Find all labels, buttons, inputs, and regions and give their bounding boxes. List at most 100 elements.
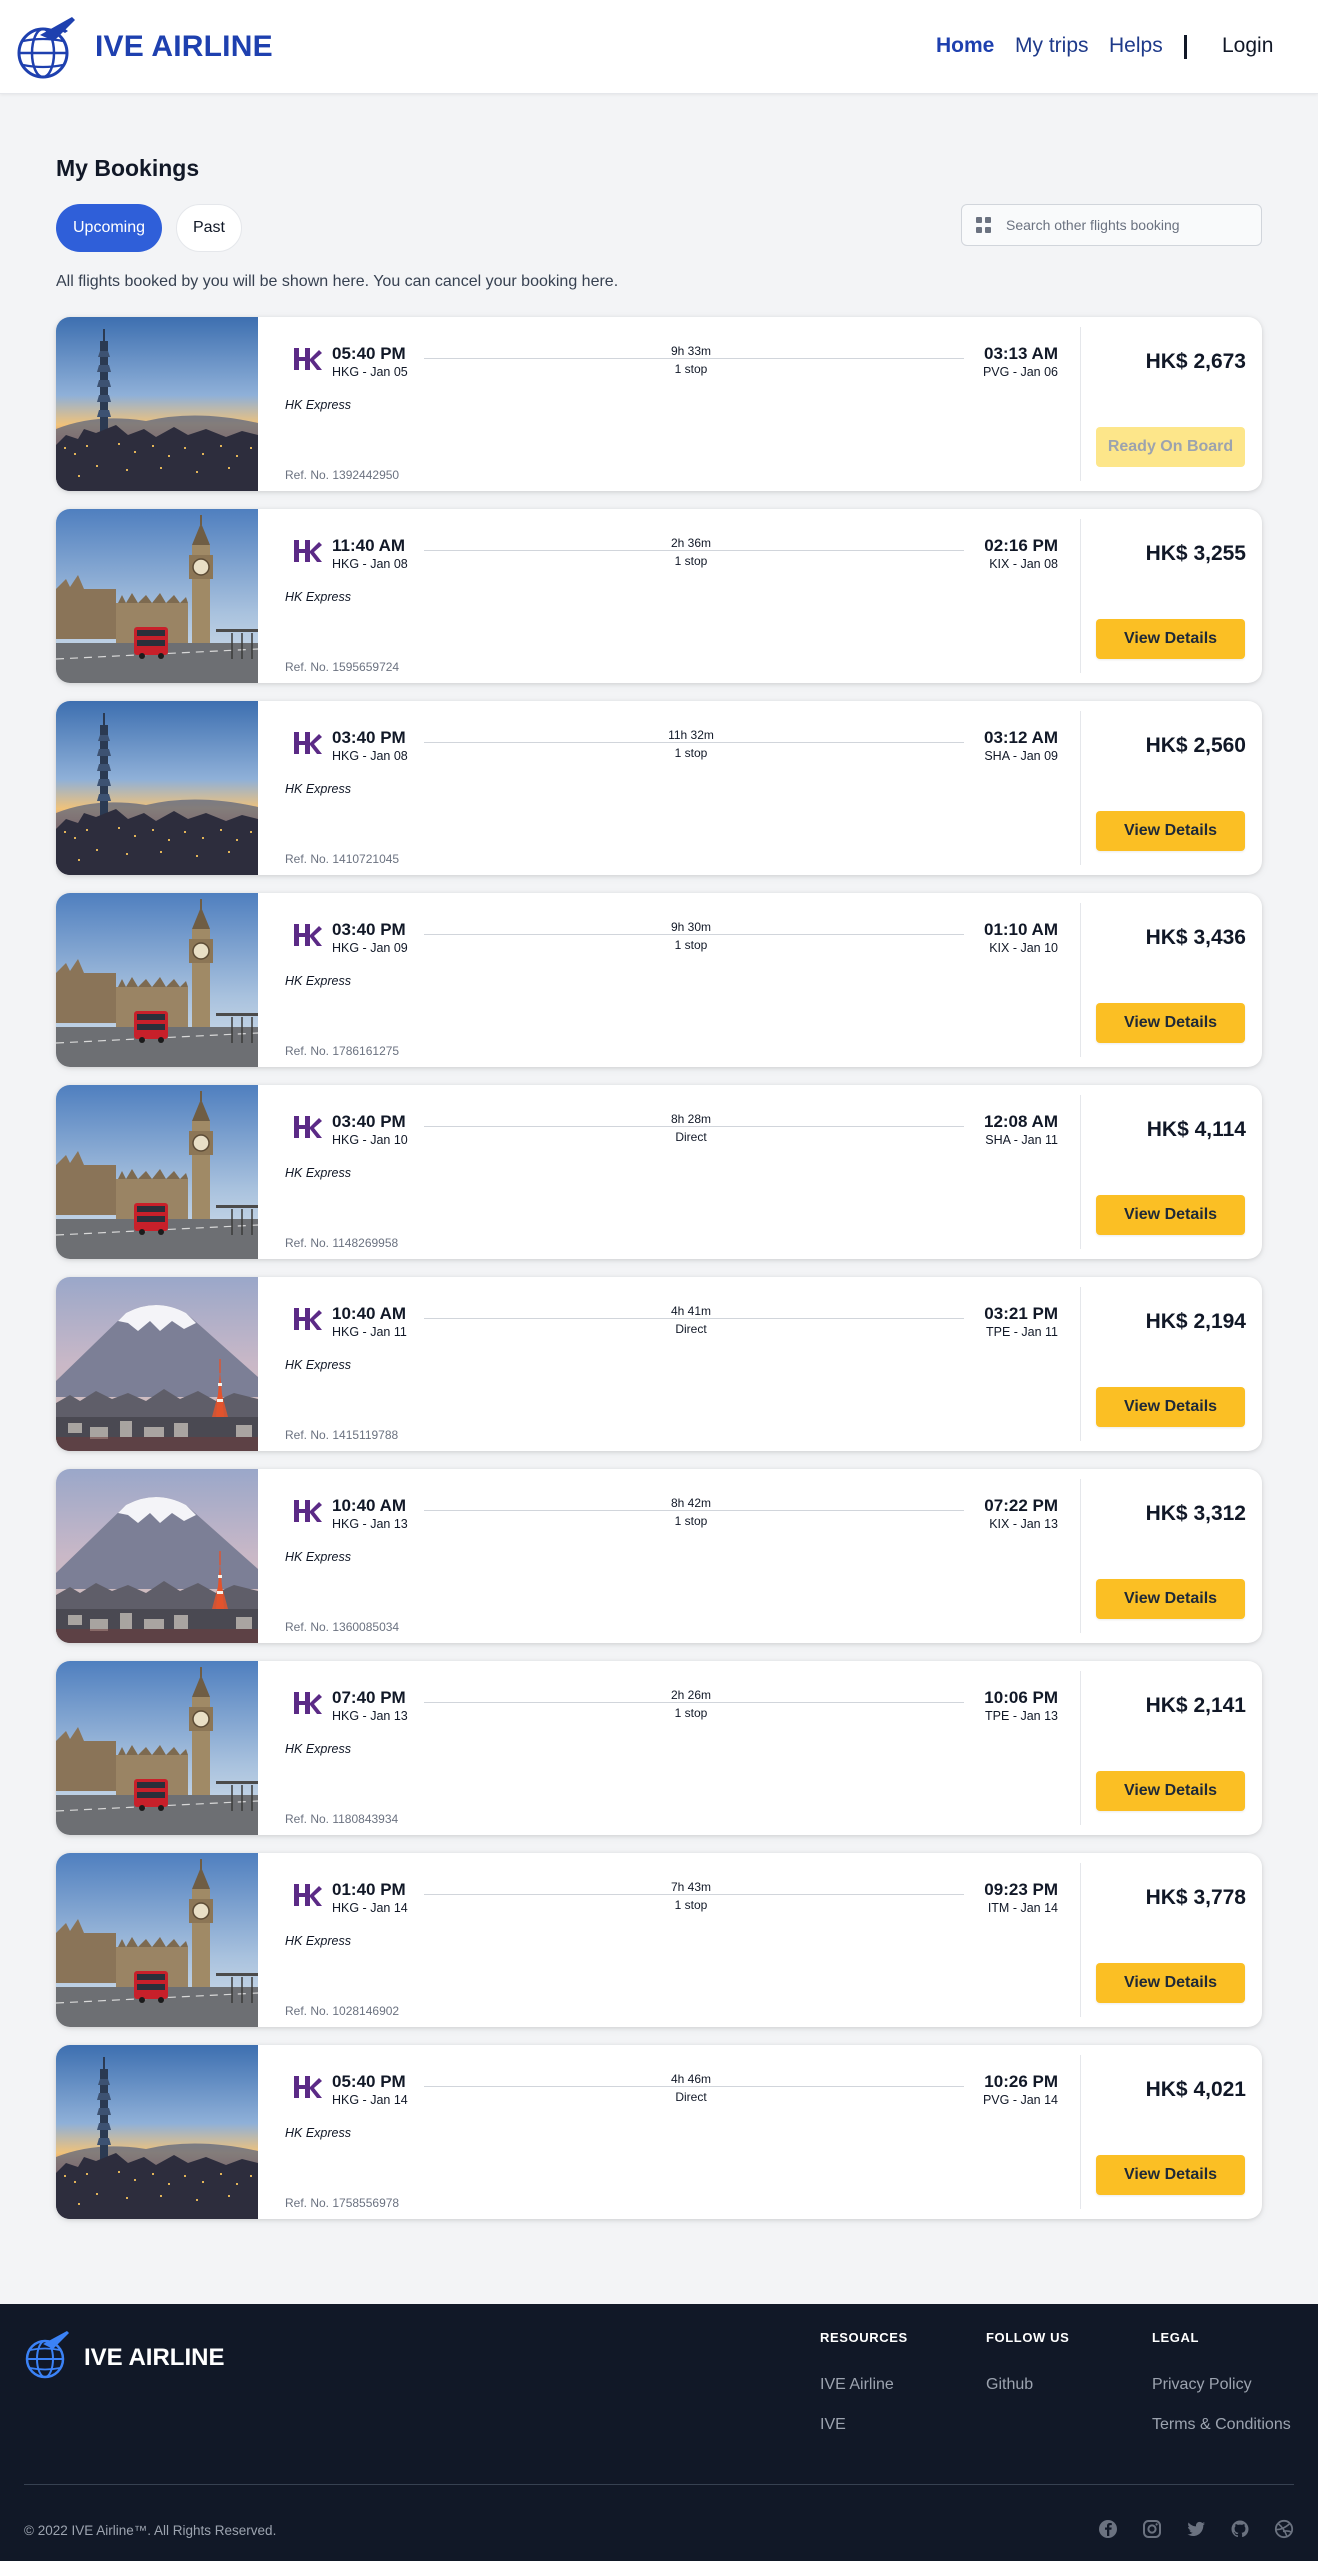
- nav-login-link[interactable]: Login: [1222, 34, 1273, 58]
- dribbble-icon[interactable]: [1273, 2518, 1295, 2540]
- flight-stops: 1 stop: [674, 938, 708, 952]
- departure-time: 10:40 AM: [332, 1496, 407, 1515]
- instagram-icon[interactable]: [1141, 2518, 1163, 2540]
- destination-image: [56, 2045, 258, 2219]
- nav-helps-link[interactable]: Helps: [1109, 34, 1163, 58]
- booking-card: 10:40 AM HKG - Jan 13 8h 42m 1 stop 07:2…: [56, 1469, 1262, 1643]
- nav-my-trips-link[interactable]: My trips: [1015, 34, 1089, 58]
- destination-image: [56, 1661, 258, 1835]
- hk-express-logo-icon: [294, 1308, 322, 1330]
- tab-past[interactable]: Past: [176, 204, 242, 252]
- price: HK$ 4,021: [1145, 2078, 1246, 2101]
- view-details-button[interactable]: View Details: [1096, 1195, 1245, 1235]
- intro-text: All flights booked by you will be shown …: [56, 273, 619, 290]
- footer-divider: [24, 2484, 1294, 2485]
- footer-link-github[interactable]: Github: [986, 2376, 1033, 2394]
- reference-number: Ref. No. 1028146902: [285, 2004, 400, 2018]
- reference-number: Ref. No. 1180843934: [285, 1812, 399, 1826]
- booking-card: 03:40 PM HKG - Jan 08 11h 32m 1 stop 03:…: [56, 701, 1262, 875]
- departure-time: 10:40 AM: [332, 1304, 407, 1323]
- reference-number: Ref. No. 1415119788: [285, 1428, 399, 1442]
- flight-stops: 1 stop: [674, 362, 708, 376]
- ready-on-board-button: Ready On Board: [1096, 427, 1245, 467]
- destination-image: [56, 509, 258, 683]
- booking-card: 01:40 PM HKG - Jan 14 7h 43m 1 stop 09:2…: [56, 1853, 1262, 2027]
- route-line: [424, 1318, 964, 1319]
- flight-duration: 7h 43m: [670, 1880, 712, 1894]
- hk-express-logo-icon: [294, 540, 322, 562]
- arrival-time: 03:21 PM: [984, 1304, 1058, 1323]
- arrival-time: 10:26 PM: [984, 2072, 1058, 2091]
- booking-card: 03:40 PM HKG - Jan 10 8h 28m Direct 12:0…: [56, 1085, 1262, 1259]
- view-details-button[interactable]: View Details: [1096, 619, 1245, 659]
- departure-time: 01:40 PM: [332, 1880, 406, 1899]
- reference-number: Ref. No. 1148269958: [285, 1236, 399, 1250]
- view-details-button[interactable]: View Details: [1096, 1771, 1245, 1811]
- tab-upcoming[interactable]: Upcoming: [56, 204, 162, 252]
- arrival-airport-date: KIX - Jan 13: [989, 1517, 1058, 1531]
- departure-time: 07:40 PM: [332, 1688, 406, 1707]
- view-details-button[interactable]: View Details: [1096, 1963, 1245, 2003]
- card-divider: [1080, 2055, 1081, 2209]
- flight-stops: 1 stop: [674, 1706, 708, 1720]
- destination-image: [56, 1085, 258, 1259]
- hk-express-logo-icon: [294, 1884, 322, 1906]
- departure-airport-date: HKG - Jan 13: [332, 1709, 408, 1723]
- footer-link-ive[interactable]: IVE: [820, 2416, 846, 2434]
- card-divider: [1080, 711, 1081, 865]
- view-details-button[interactable]: View Details: [1096, 1579, 1245, 1619]
- airline-name: HK Express: [285, 1166, 351, 1180]
- flight-duration: 9h 30m: [670, 920, 712, 934]
- arrival-time: 03:13 AM: [983, 344, 1058, 363]
- flight-duration: 2h 36m: [670, 536, 712, 550]
- flight-stops: 1 stop: [674, 1514, 708, 1528]
- flight-stops: 1 stop: [674, 554, 708, 568]
- nav-home-link[interactable]: Home: [936, 34, 994, 58]
- booking-card: 07:40 PM HKG - Jan 13 2h 26m 1 stop 10:0…: [56, 1661, 1262, 1835]
- footer-brand-name[interactable]: IVE AIRLINE: [84, 2344, 224, 2372]
- destination-image: [56, 1853, 258, 2027]
- twitter-icon[interactable]: [1185, 2518, 1207, 2540]
- facebook-icon[interactable]: [1097, 2518, 1119, 2540]
- search-input[interactable]: [1006, 217, 1256, 233]
- footer-link-privacy[interactable]: Privacy Policy: [1152, 2376, 1252, 2394]
- footer-link-ive-airline[interactable]: IVE Airline: [820, 2376, 894, 2394]
- departure-time: 03:40 PM: [332, 728, 406, 747]
- airline-name: HK Express: [285, 2126, 351, 2140]
- reference-number: Ref. No. 1786161275: [285, 1044, 400, 1058]
- globe-plane-logo-icon[interactable]: [22, 2328, 72, 2380]
- route-line: [424, 550, 964, 551]
- copyright-text: © 2022 IVE Airline™. All Rights Reserved…: [24, 2523, 277, 2538]
- footer-follow-title: FOLLOW US: [986, 2330, 1070, 2345]
- price: HK$ 2,560: [1145, 734, 1246, 757]
- view-details-button[interactable]: View Details: [1096, 1003, 1245, 1043]
- view-details-button[interactable]: View Details: [1096, 811, 1245, 851]
- main-nav: Home My trips Helps Login: [0, 34, 1318, 62]
- arrival-airport-date: TPE - Jan 13: [985, 1709, 1058, 1723]
- airline-name: HK Express: [285, 1550, 351, 1564]
- view-details-button[interactable]: View Details: [1096, 1387, 1245, 1427]
- hk-express-logo-icon: [294, 1500, 322, 1522]
- flight-duration: 11h 32m: [668, 728, 714, 742]
- airline-name: HK Express: [285, 590, 351, 604]
- nav-divider: [1184, 35, 1187, 59]
- flight-stops: Direct: [675, 2090, 707, 2104]
- route-line: [424, 1126, 964, 1127]
- arrival-airport-date: KIX - Jan 10: [989, 941, 1058, 955]
- airline-name: HK Express: [285, 782, 351, 796]
- departure-airport-date: HKG - Jan 05: [332, 365, 408, 379]
- airline-name: HK Express: [285, 1742, 351, 1756]
- reference-number: Ref. No. 1360085034: [285, 1620, 400, 1634]
- route-line: [424, 358, 964, 359]
- booking-card: 11:40 AM HKG - Jan 08 2h 36m 1 stop 02:1…: [56, 509, 1262, 683]
- github-icon[interactable]: [1229, 2518, 1251, 2540]
- flight-duration: 9h 33m: [670, 344, 712, 358]
- view-details-button[interactable]: View Details: [1096, 2155, 1245, 2195]
- departure-airport-date: HKG - Jan 14: [332, 2093, 408, 2107]
- arrival-airport-date: PVG - Jan 06: [982, 365, 1058, 379]
- route-line: [424, 1702, 964, 1703]
- reference-number: Ref. No. 1595659724: [285, 660, 400, 674]
- footer-link-terms[interactable]: Terms & Conditions: [1152, 2416, 1291, 2434]
- site-header: IVE AIRLINE Home My trips Helps Login: [0, 0, 1318, 94]
- departure-time: 03:40 PM: [332, 920, 406, 939]
